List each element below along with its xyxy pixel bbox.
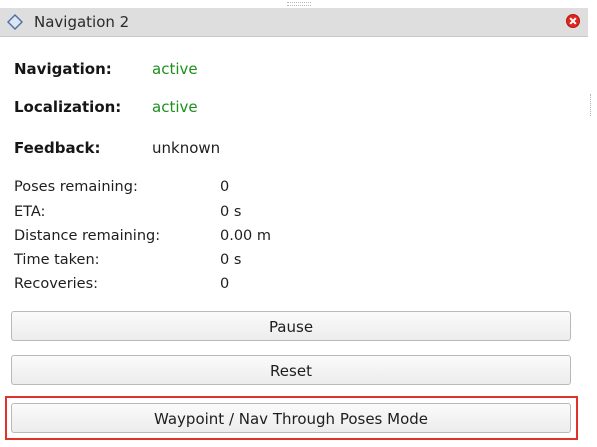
poses-remaining-value: 0 — [220, 179, 230, 195]
panel-titlebar[interactable]: Navigation 2 — [0, 8, 588, 37]
distance-remaining-value: 0.00 m — [220, 228, 272, 244]
panel-drag-grip[interactable] — [287, 2, 311, 6]
poses-remaining-label: Poses remaining: — [14, 179, 138, 195]
side-resize-grip[interactable] — [590, 94, 593, 116]
feedback-status-label: Feedback: — [14, 139, 101, 157]
navigation-panel: Navigation 2 Navigation: active Localiza… — [0, 8, 591, 447]
panel-title: Navigation 2 — [34, 13, 130, 31]
time-taken-label: Time taken: — [14, 252, 100, 268]
diamond-icon — [6, 13, 24, 31]
recoveries-value: 0 — [220, 276, 230, 292]
distance-remaining-label: Distance remaining: — [14, 228, 161, 244]
pause-button[interactable]: Pause — [11, 311, 571, 341]
eta-label: ETA: — [14, 204, 46, 220]
navigation-status-value: active — [152, 60, 198, 78]
close-icon[interactable] — [566, 14, 580, 28]
time-taken-value: 0 s — [220, 252, 242, 268]
waypoint-mode-button[interactable]: Waypoint / Nav Through Poses Mode — [11, 403, 571, 433]
recoveries-label: Recoveries: — [14, 276, 99, 292]
localization-status-label: Localization: — [14, 98, 122, 116]
localization-status-value: active — [152, 98, 198, 116]
feedback-status-value: unknown — [152, 139, 221, 157]
navigation-status-label: Navigation: — [14, 60, 112, 78]
eta-value: 0 s — [220, 204, 242, 220]
reset-button[interactable]: Reset — [11, 355, 571, 385]
